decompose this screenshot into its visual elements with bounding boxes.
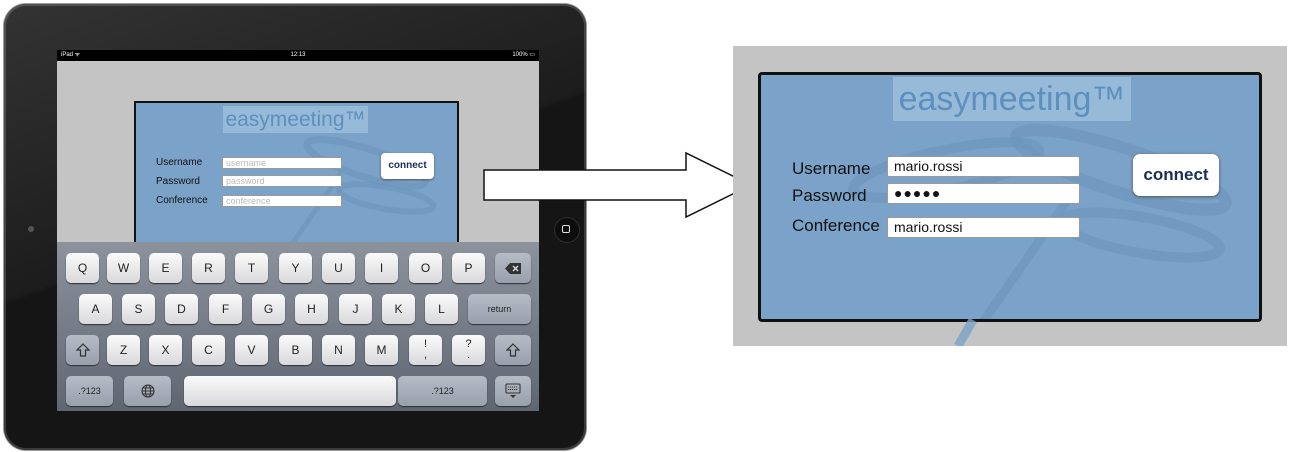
key-r[interactable]: R [192,253,225,283]
battery-indicator: 100% ▭ [512,52,535,58]
backspace-key[interactable] [495,253,531,283]
key-v[interactable]: V [235,335,268,365]
key-s[interactable]: S [122,294,155,324]
password-label: Password [156,176,200,187]
login-panel-zoomed: easymeeting™ Username Password Conferenc… [758,72,1262,322]
key-g[interactable]: G [252,294,285,324]
app-logo: easymeeting™ [893,77,1131,121]
username-input[interactable]: mario.rossi [887,156,1080,177]
zoomed-login-view: easymeeting™ Username Password Conferenc… [733,46,1287,346]
key-x[interactable]: X [149,335,182,365]
shift-icon [505,343,521,357]
key-t[interactable]: T [235,253,268,283]
home-button-icon [562,225,570,233]
ipad-device: iPad ᯤ 12:13 100% ▭ easymeeting™ Usernam… [4,4,586,450]
key-c[interactable]: C [192,335,225,365]
conference-input[interactable]: conference [222,195,342,207]
key-h[interactable]: H [295,294,328,324]
status-bar: iPad ᯤ 12:13 100% ▭ [57,50,539,61]
key-exclamation-bottom: , [423,349,428,361]
key-f[interactable]: F [209,294,242,324]
key-u[interactable]: U [322,253,355,283]
conference-input[interactable]: mario.rossi [887,217,1080,238]
key-w[interactable]: W [107,253,140,283]
username-input[interactable]: username [222,157,342,169]
space-key[interactable] [184,376,396,406]
conference-label: Conference [792,216,880,235]
right-arrow-icon [483,151,753,219]
key-q[interactable]: Q [66,253,99,283]
key-n[interactable]: N [322,335,355,365]
conference-label: Conference [156,195,208,206]
app-logo: easymeeting™ [223,106,368,133]
shift-icon [75,343,90,357]
shift-key-right[interactable] [495,335,531,365]
backspace-icon [505,263,521,274]
numbers-key-right[interactable]: .?123 [398,376,487,406]
key-d[interactable]: D [165,294,198,324]
key-question[interactable]: ? . [452,335,485,365]
connect-button[interactable]: connect [1133,154,1219,196]
password-input[interactable]: password [222,175,342,187]
key-b[interactable]: B [279,335,312,365]
key-l[interactable]: L [425,294,458,324]
ipad-screen: iPad ᯤ 12:13 100% ▭ easymeeting™ Usernam… [57,50,539,411]
key-o[interactable]: O [409,253,442,283]
return-key[interactable]: return [468,294,531,324]
username-label: Username [792,159,871,178]
globe-key[interactable] [124,376,171,406]
key-e[interactable]: E [149,253,182,283]
home-button[interactable] [554,217,580,243]
key-p[interactable]: P [452,253,485,283]
key-y[interactable]: Y [279,253,312,283]
password-label: Password [792,186,867,205]
username-label: Username [156,157,203,168]
key-a[interactable]: A [79,294,112,324]
key-question-bottom: . [466,349,471,361]
key-i[interactable]: I [365,253,398,283]
key-j[interactable]: J [339,294,372,324]
shift-key-left[interactable] [66,335,99,365]
key-k[interactable]: K [382,294,415,324]
camera-dot [28,226,34,232]
key-m[interactable]: M [365,335,398,365]
onscreen-keyboard: Q W E R T Y U I O P A S D F G H J K L re… [57,242,539,411]
hide-keyboard-icon [505,383,521,398]
hide-keyboard-key[interactable] [495,376,531,406]
globe-icon [140,384,155,398]
key-exclamation[interactable]: ! , [409,335,442,365]
connect-button[interactable]: connect [381,153,434,179]
password-input[interactable]: ●●●●● [887,183,1080,204]
status-time: 12:13 [290,52,306,58]
numbers-key-left[interactable]: .?123 [66,376,113,406]
login-panel: easymeeting™ Username Password Conferenc… [134,101,459,251]
key-z[interactable]: Z [107,335,140,365]
